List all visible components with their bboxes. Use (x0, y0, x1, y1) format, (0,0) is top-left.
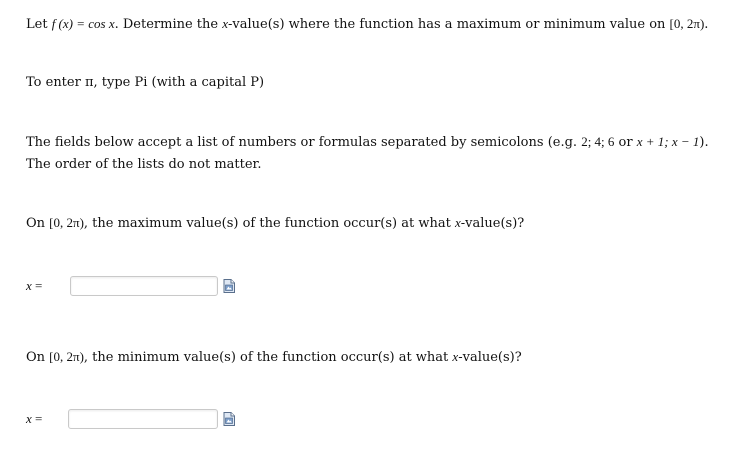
min-question-lead: On (26, 350, 50, 365)
max-question: On [0, 2π), the maximum value(s) of the … (26, 215, 524, 232)
preview-icon-graphic (223, 279, 235, 293)
max-question-mid: , the maximum value(s) of the function o… (83, 216, 455, 231)
prompt-lead: Let (26, 17, 52, 32)
max-answer-row: x = (26, 274, 235, 298)
instructions-line-1: The fields below accept a list of number… (26, 134, 709, 151)
instructions-or: or (614, 135, 637, 150)
instructions-text: The fields below accept a list of number… (26, 135, 582, 150)
max-question-lead: On (26, 216, 50, 231)
prompt-tail: -value(s) where the function has a maxim… (228, 17, 670, 32)
min-answer-input[interactable] (68, 409, 218, 429)
prompt-interval: [0, 2π) (669, 16, 705, 31)
prompt-end: . (704, 17, 709, 32)
instructions-example: 2; 4; 6 (581, 134, 615, 149)
min-question-tail: -value(s)? (458, 350, 522, 365)
instructions-close: ). (699, 135, 709, 150)
min-answer-label: x = (26, 411, 68, 427)
pi-hint: To enter π, type Pi (with a capital P) (26, 75, 265, 90)
min-question-interval: [0, 2π) (49, 349, 84, 364)
prompt-mid: . Determine the (114, 17, 223, 32)
min-question-mid: , the minimum value(s) of the function o… (83, 350, 453, 365)
max-answer-input[interactable] (70, 276, 218, 296)
prompt-function: f (x) = cos x (51, 16, 115, 31)
max-question-interval: [0, 2π) (49, 215, 84, 230)
preview-icon-graphic (223, 412, 235, 426)
min-question: On [0, 2π), the minimum value(s) of the … (26, 349, 522, 366)
instructions-example-2: x + 1; x − 1 (636, 134, 700, 149)
min-answer-label-eq: = (31, 411, 43, 426)
question-prompt: Let f (x) = cos x. Determine the x-value… (26, 16, 708, 33)
max-answer-label-eq: = (31, 278, 43, 293)
max-question-tail: -value(s)? (460, 216, 525, 231)
preview-icon[interactable] (223, 412, 235, 426)
max-answer-label: x = (26, 278, 68, 294)
min-answer-row: x = (26, 407, 235, 431)
preview-icon[interactable] (223, 279, 235, 293)
instructions-line-2: The order of the lists do not matter. (26, 157, 262, 172)
